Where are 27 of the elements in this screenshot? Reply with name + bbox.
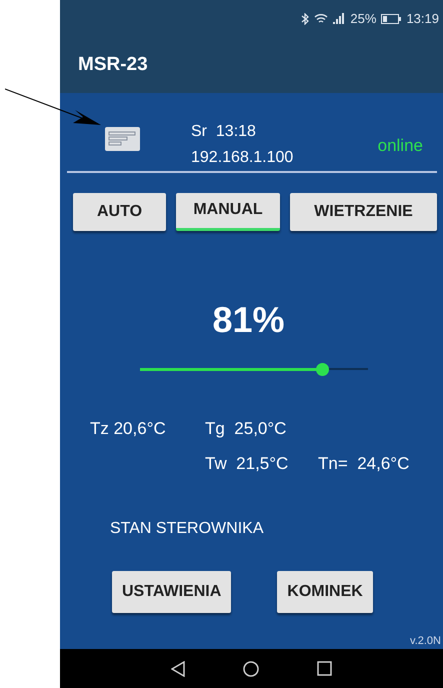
power-percent: 81% xyxy=(211,298,286,342)
temperature-reading: Tg 25,0°C xyxy=(205,418,288,440)
battery-icon xyxy=(381,14,402,24)
mode-tab[interactable]: WIETRZENIE xyxy=(290,192,437,231)
temperature-reading: Tz 20,6°C xyxy=(90,418,167,440)
signal-icon xyxy=(333,13,346,24)
battery-percent: 25% xyxy=(350,10,376,28)
status-time: 13:19 xyxy=(406,10,439,28)
controller-status-label: STAN STEROWNIKA xyxy=(110,518,264,539)
fireplace-button[interactable]: KOMINEK xyxy=(277,570,373,613)
settings-button[interactable]: USTAWIENIA xyxy=(112,570,232,613)
date-time: Sr 13:18 xyxy=(191,122,257,142)
temperature-reading: Tn= 24,6°C xyxy=(318,453,410,476)
version-label: v.2.0N xyxy=(409,634,442,649)
mode-tab[interactable]: MANUAL xyxy=(176,192,280,231)
app-title: MSR-23 xyxy=(78,52,148,77)
home-icon[interactable] xyxy=(243,660,259,677)
recents-icon[interactable] xyxy=(317,661,332,676)
slider-thumb[interactable] xyxy=(316,362,330,376)
connection-status: online xyxy=(378,134,423,157)
mode-tab[interactable]: AUTO xyxy=(73,192,166,231)
bluetooth-icon xyxy=(301,12,310,24)
wifi-icon xyxy=(314,13,328,24)
temperature-reading: Tw 21,5°C xyxy=(205,453,290,476)
device-icon[interactable] xyxy=(105,126,140,151)
back-icon[interactable] xyxy=(171,660,185,677)
ip-address: 192.168.1.100 xyxy=(191,148,294,168)
